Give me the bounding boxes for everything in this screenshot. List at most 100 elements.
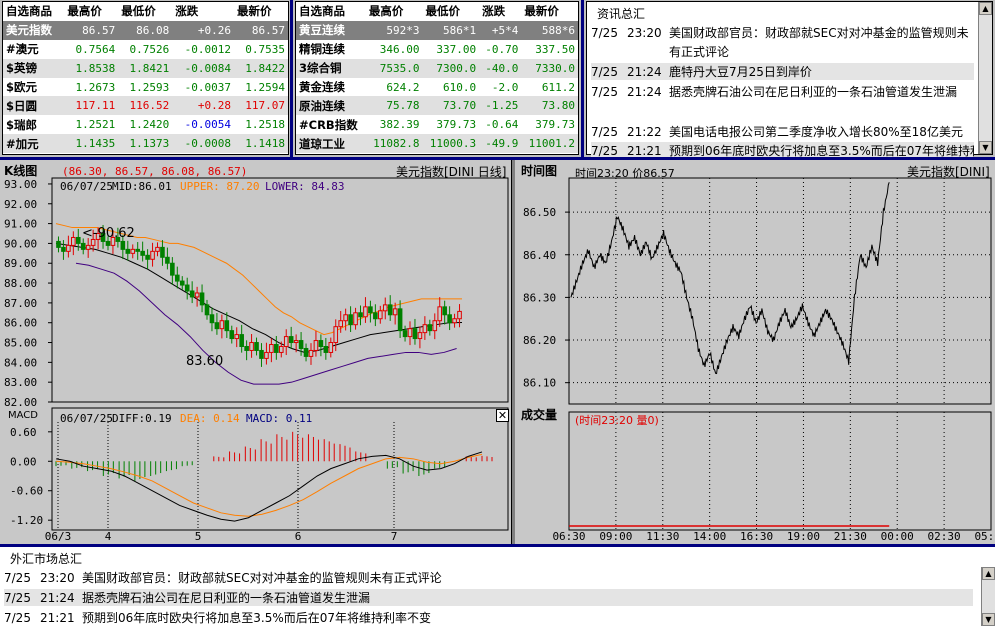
scroll-down-button[interactable]: ▼ (979, 141, 992, 154)
price-change: -49.9 (479, 134, 522, 154)
candle-body (175, 274, 180, 282)
table-row[interactable]: $瑞郎 1.2521 1.2420 -0.0054 1.2518 (3, 115, 288, 134)
news-time: 21:21 (627, 144, 662, 158)
commodity-quote-table: 自选商品 最高价 最低价 涨跌 最新价 黄豆连续 592*3 586*1 +5*4 58… (296, 2, 578, 154)
last-price: 1.1418 (233, 134, 288, 154)
table-row[interactable]: 精铜连续 346.00 337.00 -0.70 337.50 (296, 40, 578, 59)
news-item[interactable]: 7/25 21:24 据悉壳牌石油公司在尼日利亚的一条石油管道发生泄漏 (591, 83, 974, 100)
panel-divider[interactable] (581, 0, 584, 158)
timeshare-chart[interactable]: 86.50 86.40 86.30 86.20 86.10 06:30 09:00 11:30… (515, 160, 995, 544)
table-row[interactable]: 黄金连续 624.2 610.0 -2.0 611.2 (296, 78, 578, 97)
news-item[interactable]: 7/25 21:21 预期到06年底时欧央行将加息至3.5%而后在07年将维持利率不… (4, 609, 973, 626)
candle-body (75, 236, 81, 244)
last-price: 7330.0 (521, 58, 578, 78)
low-price: 86.08 (118, 20, 173, 40)
candle-body (288, 336, 294, 344)
table-row[interactable]: 道琼工业 11082.8 11000.3 -49.9 11001.2 (296, 134, 578, 154)
kline-chart-panel[interactable]: 93.00 92.00 91.00 90.00 89.00 88.00 87.00 86.00… (0, 160, 512, 544)
instrument-name: #澳元 (6, 42, 39, 57)
table-row[interactable]: 美元指数 86.57 86.08 +0.26 86.57 (3, 20, 288, 40)
news-item[interactable]: 7/25 23:20 美国财政部官员：财政部就SEC对对冲基金的监管规则未有正式评论 (4, 569, 973, 586)
col-chg[interactable]: 涨跌 (172, 2, 234, 21)
table-row[interactable]: 原油连续 75.78 73.70 -1.25 73.80 (296, 96, 578, 116)
high-price: 1266.35 (366, 153, 423, 154)
news-scrollbar[interactable]: ▲ ▼ (981, 567, 995, 626)
candle-body (392, 308, 398, 316)
candle-body (66, 244, 71, 252)
candle-body (378, 310, 383, 320)
volume-title: 成交量 (521, 408, 558, 422)
news-item[interactable]: 7/25 21:22 美国电话电报公司第二季度净收入增长80%至18亿美元 (591, 123, 974, 140)
low-price: 379.73 (436, 118, 477, 132)
col-last[interactable]: 最新价 (233, 2, 288, 21)
x-tick-label: 02:30 (928, 530, 961, 543)
table-row[interactable]: 黄豆连续 592*3 586*1 +5*4 588*6 (296, 20, 578, 40)
table-row[interactable]: SP指数1266.351257.18-3.611257.30 (296, 153, 578, 154)
news-item[interactable]: 7/25 21:24 据悉壳牌石油公司在尼日利亚的一条石油管道发生泄漏 (4, 589, 973, 606)
last-price: 588*6 (521, 20, 578, 40)
panel-divider[interactable] (290, 0, 293, 158)
high-price: 117.11 (64, 96, 119, 116)
candle-body (318, 340, 324, 347)
x-tick-label: 19:00 (787, 530, 820, 543)
col-low[interactable]: 最低价 (118, 2, 173, 21)
volume-plot-area (568, 411, 992, 531)
scroll-up-button[interactable]: ▲ (979, 2, 992, 15)
candle-body (155, 246, 160, 252)
commodity-quote-panel: 自选商品 最高价 最低价 涨跌 最新价 黄豆连续 592*3 586*1 +5*4 58… (295, 1, 579, 155)
low-price: 116.52 (118, 96, 173, 116)
instrument-name: $欧元 (6, 80, 38, 94)
col-high[interactable]: 最高价 (365, 2, 423, 21)
news-scrollbar[interactable]: ▲ ▼ (978, 2, 992, 154)
table-row[interactable]: #澳元 0.7564 0.7526 -0.0012 0.7535 (3, 40, 288, 59)
col-name[interactable]: 自选商品 (296, 2, 366, 21)
news-date: 7/25 (591, 85, 618, 99)
news-time: 21:24 (40, 591, 75, 605)
x-tick-label: 21:30 (834, 530, 867, 543)
col-chg[interactable]: 涨跌 (479, 2, 522, 21)
col-name[interactable]: 自选商品 (3, 2, 65, 21)
news-time: 21:21 (40, 611, 75, 625)
col-last[interactable]: 最新价 (521, 2, 578, 21)
kline-plot-area (51, 177, 509, 403)
news-headline: 美国电话电报公司第二季度净收入增长80%至18亿美元 (669, 125, 963, 139)
y-tick-label: 86.30 (523, 291, 556, 304)
instrument-name: SP指数 (296, 153, 366, 154)
instrument-name: 黄豆连续 (296, 20, 366, 40)
close-icon[interactable]: ✕ (496, 409, 509, 422)
fx-quote-panel: 自选商品 最高价 最低价 涨跌 最新价 美元指数 86.57 86.08 +0.26 8… (2, 1, 289, 170)
y-tick-label: 86.40 (523, 249, 556, 262)
table-row[interactable]: $日圆 117.11 116.52 +0.28 117.07 (3, 96, 288, 116)
news-headline-cont: 有正式评论 (669, 45, 730, 59)
price-change: -0.70 (485, 42, 519, 56)
price-change: -1.25 (479, 96, 522, 116)
table-row[interactable]: #加元 1.1435 1.1373 -0.0008 1.1418 (3, 134, 288, 154)
news-date: 7/25 (591, 65, 618, 79)
news-item[interactable]: 7/25 23:20 美国财政部官员：财政部就SEC对对冲基金的监管规则未 (591, 24, 974, 41)
low-price: 1257.18 (423, 153, 480, 154)
candle-body (338, 320, 343, 328)
scroll-down-button[interactable]: ▼ (982, 613, 995, 626)
price-change: -0.0037 (184, 80, 231, 94)
col-low[interactable]: 最低价 (422, 2, 480, 21)
y-tick-label: 90.00 (4, 237, 37, 250)
candle-body (160, 246, 165, 258)
table-row[interactable]: $英镑 1.8538 1.8421 -0.0084 1.8422 (3, 58, 288, 78)
kline-chart[interactable]: 93.00 92.00 91.00 90.00 89.00 88.00 87.00 86.00… (0, 160, 512, 544)
candle-body (239, 334, 244, 347)
high-price: 7535.0 (365, 58, 423, 78)
news-item[interactable]: 7/25 21:24 鹿特丹大豆7月25日到岸价 (591, 63, 974, 80)
high-price: 1.1435 (64, 134, 119, 154)
news-item-cont[interactable]: 有正式评论 (591, 43, 974, 60)
scroll-up-button[interactable]: ▲ (982, 567, 995, 580)
candle-body (150, 250, 155, 260)
table-row[interactable]: 3综合铜 7535.0 7300.0 -40.0 7330.0 (296, 58, 578, 78)
low-price: 0.7526 (129, 42, 170, 56)
news-time: 21:24 (627, 85, 662, 99)
kline-panel-title: K线图 (4, 164, 38, 178)
timeshare-chart-panel[interactable]: 86.50 86.40 86.30 86.20 86.10 06:30 09:00 11:30… (515, 160, 995, 544)
table-row[interactable]: #CRB指数 382.39 379.73 -0.64 379.73 (296, 115, 578, 134)
table-row[interactable]: $欧元 1.2673 1.2593 -0.0037 1.2594 (3, 78, 288, 97)
col-high[interactable]: 最高价 (64, 2, 119, 21)
candle-body (61, 246, 66, 252)
